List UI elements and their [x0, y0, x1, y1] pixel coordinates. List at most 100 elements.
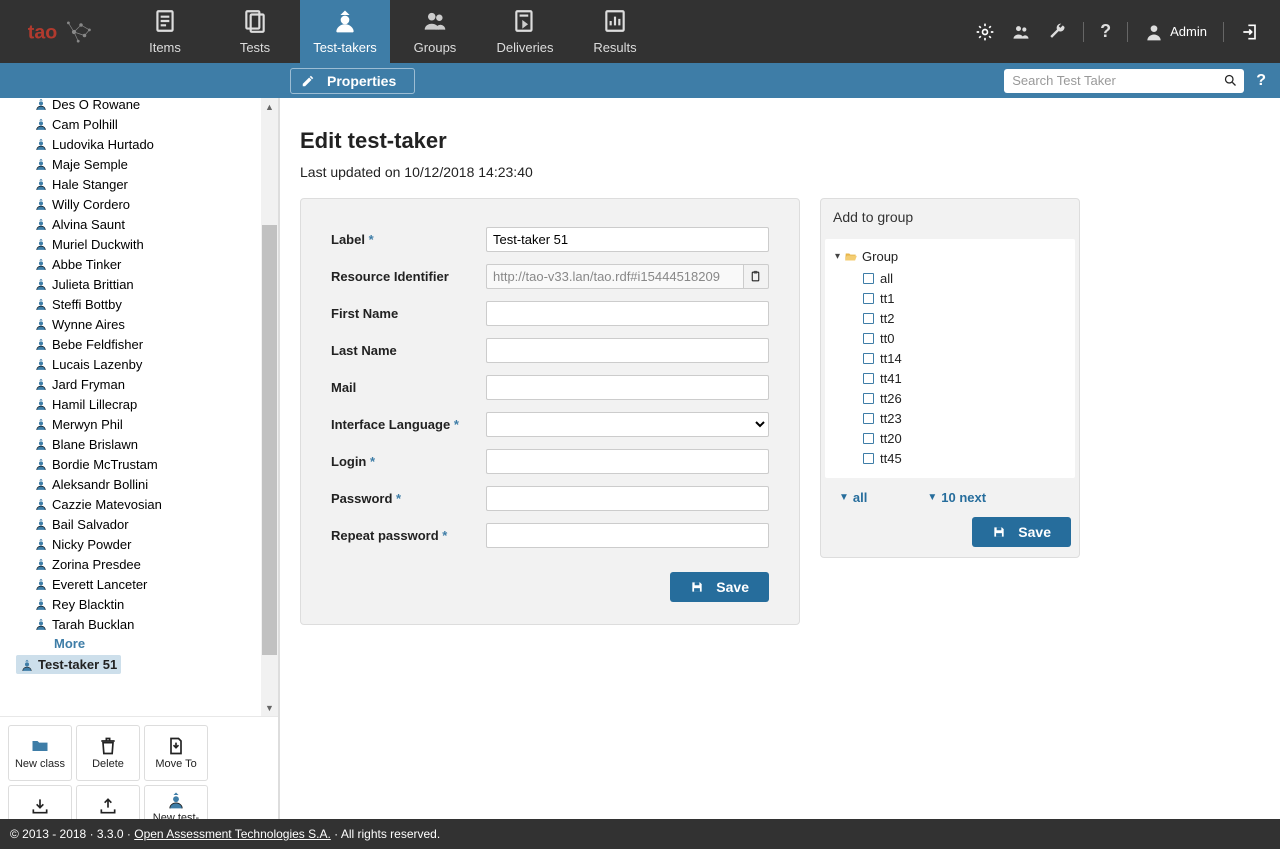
group-item[interactable]: tt2 [863, 308, 1067, 328]
tree-item-label: Hamil Lillecrap [52, 397, 137, 412]
tree-item[interactable]: Hamil Lillecrap [34, 394, 278, 414]
next-page-link[interactable]: ▼10 next [927, 490, 986, 505]
group-item-label: tt26 [880, 391, 902, 406]
save-button[interactable]: Save [670, 572, 769, 602]
tree-item[interactable]: Cazzie Matevosian [34, 494, 278, 514]
tree-item-selected[interactable]: Test-taker 51 [16, 655, 121, 674]
tree-item[interactable]: Bordie McTrustam [34, 454, 278, 474]
tree-item-label: Ludovika Hurtado [52, 137, 154, 152]
tree-item-label: Maje Semple [52, 157, 128, 172]
search-icon[interactable] [1223, 73, 1238, 88]
group-item[interactable]: tt0 [863, 328, 1067, 348]
group-item[interactable]: tt23 [863, 408, 1067, 428]
tree-item[interactable]: Bebe Feldfisher [34, 334, 278, 354]
tree-item[interactable]: Ludovika Hurtado [34, 134, 278, 154]
tree-item[interactable]: Maje Semple [34, 154, 278, 174]
test-taker-icon [34, 197, 48, 211]
checkbox[interactable] [863, 373, 874, 384]
tree-scroll[interactable]: Des O RowaneCam Polhill Ludovika Hurtado M… [0, 98, 278, 716]
tools-icon[interactable] [1047, 22, 1067, 42]
nav-results[interactable]: Results [570, 0, 660, 63]
tree-item[interactable]: Julieta Brittian [34, 274, 278, 294]
label-input[interactable] [486, 227, 769, 252]
checkbox[interactable] [863, 393, 874, 404]
mail-input[interactable] [486, 375, 769, 400]
checkbox[interactable] [863, 453, 874, 464]
tree-item[interactable]: Lucais Lazenby [34, 354, 278, 374]
tree-item[interactable]: Nicky Powder [34, 534, 278, 554]
tree-item[interactable]: Zorina Presdee [34, 554, 278, 574]
tree-item-label: Everett Lanceter [52, 577, 147, 592]
tree-item[interactable]: Everett Lanceter [34, 574, 278, 594]
checkbox[interactable] [863, 273, 874, 284]
group-save-button[interactable]: Save [972, 517, 1071, 547]
first-name-input[interactable] [486, 301, 769, 326]
last-name-input[interactable] [486, 338, 769, 363]
checkbox[interactable] [863, 293, 874, 304]
users-icon[interactable] [1011, 22, 1031, 42]
test-taker-icon [34, 517, 48, 531]
checkbox[interactable] [863, 413, 874, 424]
group-item[interactable]: tt45 [863, 448, 1067, 468]
tree-item[interactable]: Wynne Aires [34, 314, 278, 334]
tree-item[interactable]: Jard Fryman [34, 374, 278, 394]
tree-item[interactable]: Cam Polhill [34, 114, 278, 134]
tree-item[interactable]: Willy Cordero [34, 194, 278, 214]
group-item[interactable]: tt26 [863, 388, 1067, 408]
nav-items[interactable]: Items [120, 0, 210, 63]
group-item[interactable]: tt20 [863, 428, 1067, 448]
logo[interactable]: tao [0, 0, 120, 63]
tree-item[interactable]: Muriel Duckwith [34, 234, 278, 254]
search-input[interactable] [1004, 69, 1244, 93]
nav-groups[interactable]: Groups [390, 0, 480, 63]
tree-item[interactable]: Steffi Bottby [34, 294, 278, 314]
resource-id-input [486, 264, 744, 289]
checkbox[interactable] [863, 433, 874, 444]
test-taker-icon [34, 237, 48, 251]
group-item[interactable]: tt1 [863, 288, 1067, 308]
nav-tests[interactable]: Tests [210, 0, 300, 63]
login-input[interactable] [486, 449, 769, 474]
nav-test-takers[interactable]: Test-takers [300, 0, 390, 63]
scrollbar[interactable]: ▲ ▼ [261, 98, 278, 716]
group-item[interactable]: tt41 [863, 368, 1067, 388]
settings-icon[interactable] [975, 22, 995, 42]
move-to-button[interactable]: Move To [144, 725, 208, 781]
footer-rights: · All rights reserved. [331, 827, 440, 841]
password-input[interactable] [486, 486, 769, 511]
tree-more[interactable]: More [34, 634, 278, 655]
tree-item[interactable]: Abbe Tinker [34, 254, 278, 274]
new-class-button[interactable]: New class [8, 725, 72, 781]
tree-item[interactable]: Tarah Bucklan [34, 614, 278, 634]
tree-item[interactable]: Blane Brislawn [34, 434, 278, 454]
tree-item[interactable]: Alvina Saunt [34, 214, 278, 234]
nav-deliveries[interactable]: Deliveries [480, 0, 570, 63]
tree-item-label: Jard Fryman [52, 377, 125, 392]
search-help-icon[interactable]: ? [1256, 72, 1266, 90]
properties-button[interactable]: Properties [290, 68, 415, 94]
group-item-label: tt20 [880, 431, 902, 446]
delete-button[interactable]: Delete [76, 725, 140, 781]
language-select[interactable] [486, 412, 769, 437]
footer-org-link[interactable]: Open Assessment Technologies S.A. [134, 827, 331, 841]
tree-item[interactable]: Rey Blacktin [34, 594, 278, 614]
tree-item[interactable]: Merwyn Phil [34, 414, 278, 434]
tree-item[interactable]: Bail Salvador [34, 514, 278, 534]
checkbox[interactable] [863, 313, 874, 324]
logout-icon[interactable] [1240, 22, 1260, 42]
help-icon[interactable]: ? [1100, 21, 1111, 42]
test-taker-icon [34, 417, 48, 431]
tree-item[interactable]: Aleksandr Bollini [34, 474, 278, 494]
checkbox[interactable] [863, 333, 874, 344]
tree-item-label: Rey Blacktin [52, 597, 124, 612]
checkbox[interactable] [863, 353, 874, 364]
group-item[interactable]: tt14 [863, 348, 1067, 368]
repeat-password-input[interactable] [486, 523, 769, 548]
show-all-link[interactable]: ▼all [839, 490, 867, 505]
admin-menu[interactable]: Admin [1144, 22, 1207, 42]
tree-item[interactable]: Hale Stanger [34, 174, 278, 194]
group-root[interactable]: ▾ Group [835, 249, 1067, 264]
tree-item[interactable]: Des O Rowane [34, 98, 278, 114]
group-item[interactable]: all [863, 268, 1067, 288]
copy-uri-button[interactable] [744, 264, 769, 289]
